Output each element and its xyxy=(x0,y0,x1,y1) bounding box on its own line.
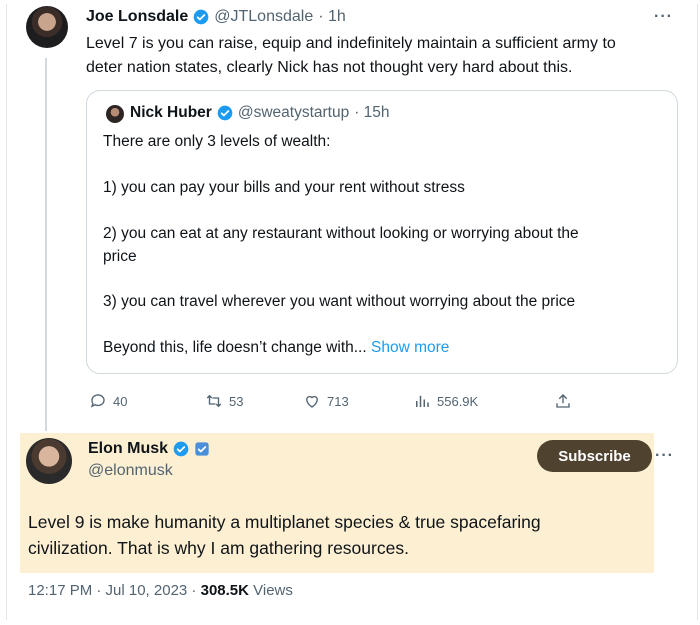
tweet-time[interactable]: · 1h xyxy=(318,8,346,26)
main-author-handle[interactable]: @elonmusk xyxy=(88,462,173,480)
heart-icon xyxy=(306,395,318,408)
reply-icon xyxy=(90,394,105,408)
views-count: 556.9K xyxy=(437,393,479,409)
repost-button[interactable]: 53 xyxy=(205,392,243,410)
views-button[interactable]: 556.9K xyxy=(413,392,478,410)
verified-badge-icon xyxy=(217,105,233,121)
quoted-text-line: 2) you can eat at any restaurant without… xyxy=(103,225,579,242)
quoted-header: Nick Huber @sweatystartup · 15h xyxy=(130,104,390,122)
share-button[interactable] xyxy=(554,392,572,410)
like-button[interactable]: 713 xyxy=(303,392,349,410)
quoted-author-name: Nick Huber xyxy=(130,104,212,121)
quoted-text-line: 3) you can travel wherever you want with… xyxy=(103,293,576,310)
affiliate-badge-icon xyxy=(195,442,209,456)
more-options-button[interactable]: ··· xyxy=(655,447,674,465)
quoted-text-line: 1) you can pay your bills and your rent … xyxy=(103,179,465,196)
reply-text-line: Level 7 is you can raise, equip and inde… xyxy=(86,35,616,52)
quoted-author-handle: @sweatystartup xyxy=(237,104,350,121)
main-text-line: civilization. That is why I am gathering… xyxy=(28,538,409,558)
main-tweet-text: Level 9 is make humanity a multiplanet s… xyxy=(28,509,541,561)
quoted-text-line: Beyond this, life doesn’t change with... xyxy=(103,339,367,356)
reply-button[interactable]: 40 xyxy=(89,392,127,410)
views-total: 308.5K xyxy=(200,582,249,599)
thread-line xyxy=(45,58,47,431)
reply-header: Joe Lonsdale @JTLonsdale · 1h xyxy=(86,8,346,26)
views-label: Views xyxy=(248,582,293,599)
quoted-text-last: Beyond this, life doesn’t change with...… xyxy=(103,339,449,357)
timestamp-text[interactable]: 12:17 PM · Jul 10, 2023 · xyxy=(28,582,201,599)
verified-badge-icon xyxy=(193,9,209,25)
main-tweet-header: Elon Musk xyxy=(88,440,210,458)
reply-count: 40 xyxy=(113,393,128,409)
verified-badge-icon xyxy=(173,441,189,457)
reply-text: Level 7 is you can raise, equip and inde… xyxy=(86,32,616,80)
quoted-text-line: There are only 3 levels of wealth: xyxy=(103,133,331,150)
main-text-line: Level 9 is make humanity a multiplanet s… xyxy=(28,512,541,532)
action-bar: 40 53 713 556.9K xyxy=(0,392,700,412)
avatar-joe-lonsdale[interactable] xyxy=(26,6,68,48)
show-more-link[interactable]: Show more xyxy=(371,339,449,356)
main-handle-row: @elonmusk xyxy=(88,462,173,480)
repost-count: 53 xyxy=(229,393,244,409)
quoted-text-line: price xyxy=(103,248,137,265)
more-options-button[interactable]: ··· xyxy=(654,8,673,26)
author-handle[interactable]: @JTLonsdale xyxy=(214,8,313,26)
author-name[interactable]: Joe Lonsdale xyxy=(86,8,188,26)
quoted-tweet-time: · 15h xyxy=(354,104,390,121)
subscribe-button[interactable]: Subscribe xyxy=(537,440,652,472)
avatar-nick-huber xyxy=(106,105,124,123)
share-icon xyxy=(556,394,570,408)
avatar-elon-musk[interactable] xyxy=(26,438,72,484)
tweet-timestamp: 12:17 PM · Jul 10, 2023 · 308.5K Views xyxy=(28,582,293,599)
main-author-name[interactable]: Elon Musk xyxy=(88,440,168,458)
analytics-icon xyxy=(416,395,429,407)
like-count: 713 xyxy=(327,393,349,409)
reply-text-line: deter nation states, clearly Nick has no… xyxy=(86,59,573,76)
repost-icon xyxy=(206,394,222,408)
